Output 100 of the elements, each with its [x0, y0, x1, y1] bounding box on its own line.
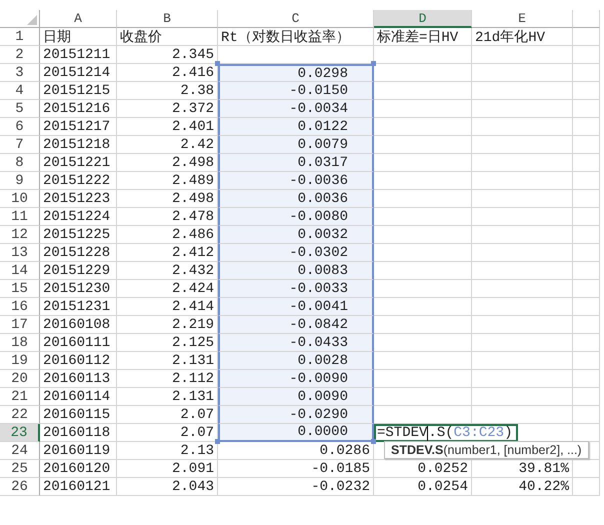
row-header[interactable]: 14: [0, 262, 40, 280]
table-cell: 0.0317: [218, 154, 374, 172]
row-header[interactable]: 12: [0, 226, 40, 244]
empty-cell: [573, 28, 600, 46]
table-cell: 20151223: [40, 190, 117, 208]
empty-cell: [573, 244, 600, 262]
column-header[interactable]: C: [218, 10, 374, 28]
empty-cell: [573, 352, 600, 370]
empty-cell: [573, 262, 600, 280]
row-header[interactable]: 8: [0, 154, 40, 172]
table-cell: -0.0080: [218, 208, 374, 226]
table-cell: -0.0290: [218, 406, 374, 424]
table-cell: -0.0090: [218, 370, 374, 388]
table-cell: 20151225: [40, 226, 117, 244]
column-header[interactable]: D: [374, 10, 472, 28]
empty-cell: [573, 226, 600, 244]
empty-cell: [573, 46, 600, 64]
empty-cell: [573, 334, 600, 352]
table-cell: 0.0252: [374, 460, 472, 478]
table-cell: 0.0079: [218, 136, 374, 154]
row-header[interactable]: 18: [0, 334, 40, 352]
table-cell: 20151216: [40, 100, 117, 118]
table-cell: 20151222: [40, 172, 117, 190]
resize-handle[interactable]: [371, 439, 376, 444]
table-cell: 2.13: [117, 442, 218, 460]
table-cell: 20151217: [40, 118, 117, 136]
table-cell: 2.043: [117, 478, 218, 496]
table-cell: -0.0150: [218, 82, 374, 100]
resize-handle[interactable]: [371, 61, 376, 66]
table-cell: 39.81%: [472, 460, 573, 478]
column-header[interactable]: E: [472, 10, 573, 28]
table-cell: 2.091: [117, 460, 218, 478]
row-header[interactable]: 11: [0, 208, 40, 226]
table-cell: 20151231: [40, 298, 117, 316]
table-cell: 20160111: [40, 334, 117, 352]
table-cell: 20151215: [40, 82, 117, 100]
empty-cell: [573, 370, 600, 388]
empty-cell: [573, 280, 600, 298]
empty-cell: [573, 478, 600, 496]
empty-cell: [573, 406, 600, 424]
row-header[interactable]: 9: [0, 172, 40, 190]
table-cell: 标准差=日HV: [374, 28, 472, 46]
empty-cell: [573, 190, 600, 208]
row-header[interactable]: 13: [0, 244, 40, 262]
row-header[interactable]: 1: [0, 28, 40, 46]
row-header[interactable]: 15: [0, 280, 40, 298]
row-header[interactable]: 4: [0, 82, 40, 100]
column-header[interactable]: B: [117, 10, 218, 28]
empty-cell: [573, 82, 600, 100]
table-cell: 0.0036: [218, 190, 374, 208]
table-cell: 20160120: [40, 460, 117, 478]
table-cell: -0.0033: [218, 280, 374, 298]
table-cell: 20160121: [40, 478, 117, 496]
empty-cell: [573, 460, 600, 478]
formula-editor[interactable]: =STDEV.S(C3:C23): [374, 424, 518, 442]
table-cell: 20151228: [40, 244, 117, 262]
table-cell: -0.0232: [218, 478, 374, 496]
table-cell: -0.0041: [218, 298, 374, 316]
row-header[interactable]: 26: [0, 478, 40, 496]
table-cell: 0.0090: [218, 388, 374, 406]
table-cell: 20160118: [40, 424, 117, 442]
table-cell: -0.0433: [218, 334, 374, 352]
row-header[interactable]: 6: [0, 118, 40, 136]
table-cell: 0.0000: [218, 424, 374, 442]
row-header[interactable]: 21: [0, 388, 40, 406]
row-header[interactable]: 17: [0, 316, 40, 334]
row-header[interactable]: 7: [0, 136, 40, 154]
table-cell: -0.0036: [218, 172, 374, 190]
table-cell: 20160113: [40, 370, 117, 388]
empty-cell: [573, 316, 600, 334]
table-cell: -0.0302: [218, 244, 374, 262]
row-header[interactable]: 24: [0, 442, 40, 460]
function-tooltip: STDEV.S(number1, [number2], ...): [384, 441, 589, 459]
table-cell: 20151229: [40, 262, 117, 280]
empty-cell: [573, 136, 600, 154]
empty-cell: [573, 154, 600, 172]
table-cell: 20151221: [40, 154, 117, 172]
empty-cell: [573, 298, 600, 316]
row-header[interactable]: 10: [0, 190, 40, 208]
table-cell: 20160114: [40, 388, 117, 406]
column-header[interactable]: A: [40, 10, 117, 28]
select-all-icon[interactable]: [27, 15, 37, 25]
row-header[interactable]: 3: [0, 64, 40, 82]
row-header[interactable]: 25: [0, 460, 40, 478]
row-header[interactable]: 2: [0, 46, 40, 64]
table-cell: -0.0842: [218, 316, 374, 334]
row-header[interactable]: 5: [0, 100, 40, 118]
row-header[interactable]: 23: [0, 424, 40, 442]
empty-cell: [573, 118, 600, 136]
table-cell: 0.0122: [218, 118, 374, 136]
row-header[interactable]: 16: [0, 298, 40, 316]
table-cell: 0.0028: [218, 352, 374, 370]
table-cell: -0.0185: [218, 460, 374, 478]
row-header[interactable]: 19: [0, 352, 40, 370]
resize-handle[interactable]: [215, 61, 220, 66]
table-cell: -0.0034: [218, 100, 374, 118]
table-cell: 20160112: [40, 352, 117, 370]
resize-handle[interactable]: [215, 439, 220, 444]
row-header[interactable]: 20: [0, 370, 40, 388]
empty-cell: [573, 388, 600, 406]
